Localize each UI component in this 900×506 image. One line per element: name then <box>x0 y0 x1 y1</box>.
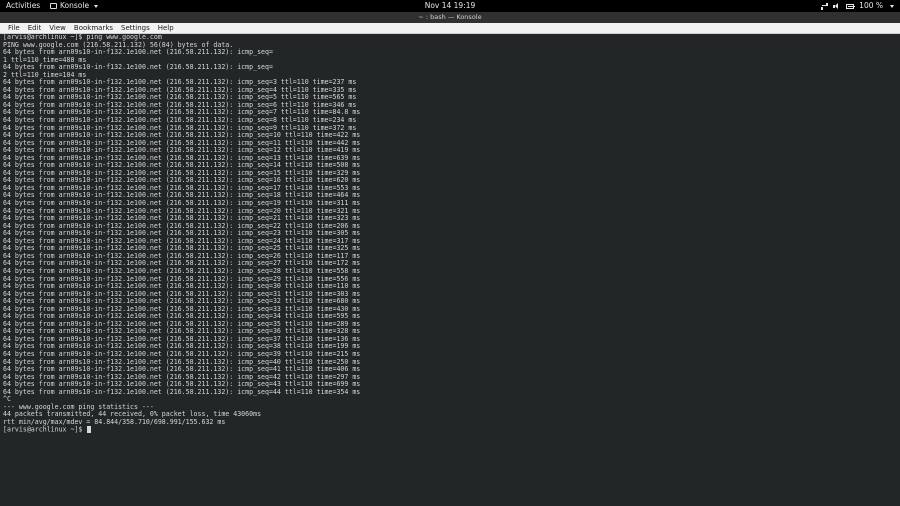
battery-level: 100 % <box>859 1 883 10</box>
menu-file[interactable]: File <box>4 23 24 33</box>
menu-bar: File Edit View Bookmarks Settings Help <box>0 23 900 34</box>
menu-help[interactable]: Help <box>154 23 178 33</box>
gnome-top-bar: Activities Konsole Nov 14 19:19 100 % <box>0 0 900 12</box>
terminal-view[interactable]: [arvis@archlinux ~]$ ping www.google.com… <box>0 34 900 506</box>
terminal-line: 64 bytes from arn09s10-in-f132.1e100.net… <box>3 48 900 57</box>
system-status-menu[interactable]: 100 % <box>821 0 894 12</box>
clock-button[interactable]: Nov 14 19:19 <box>425 0 476 12</box>
window-title-bar[interactable]: ~ : bash — Konsole <box>0 12 900 23</box>
terminal-line-text: rtt min/avg/max/mdev = 84.844/358.710/69… <box>3 417 226 426</box>
menu-bookmarks[interactable]: Bookmarks <box>70 23 117 33</box>
chevron-down-icon <box>890 4 894 8</box>
terminal-output: [arvis@archlinux ~]$ ping www.google.com… <box>0 34 900 434</box>
terminal-line: 64 bytes from arn09s10-in-f132.1e100.net… <box>3 63 900 72</box>
network-icon <box>821 2 829 10</box>
volume-icon <box>833 2 841 10</box>
window-title: ~ : bash — Konsole <box>418 13 482 21</box>
terminal-line: rtt min/avg/max/mdev = 84.844/358.710/69… <box>3 417 900 427</box>
menu-view[interactable]: View <box>45 23 70 33</box>
battery-icon <box>846 3 856 9</box>
terminal-line: 64 bytes from arn09s10-in-f132.1e100.net… <box>3 387 900 397</box>
text-cursor <box>87 426 92 433</box>
menu-edit[interactable]: Edit <box>24 23 46 33</box>
prompt-line: [arvis@archlinux ~]$ <box>3 426 900 434</box>
terminal-line-text: [arvis@archlinux ~]$ <box>3 425 87 434</box>
terminal-line-text: 64 bytes from arn09s10-in-f132.1e100.net… <box>3 387 361 396</box>
clock-area: Nov 14 19:19 <box>0 0 900 12</box>
menu-settings[interactable]: Settings <box>117 23 154 33</box>
